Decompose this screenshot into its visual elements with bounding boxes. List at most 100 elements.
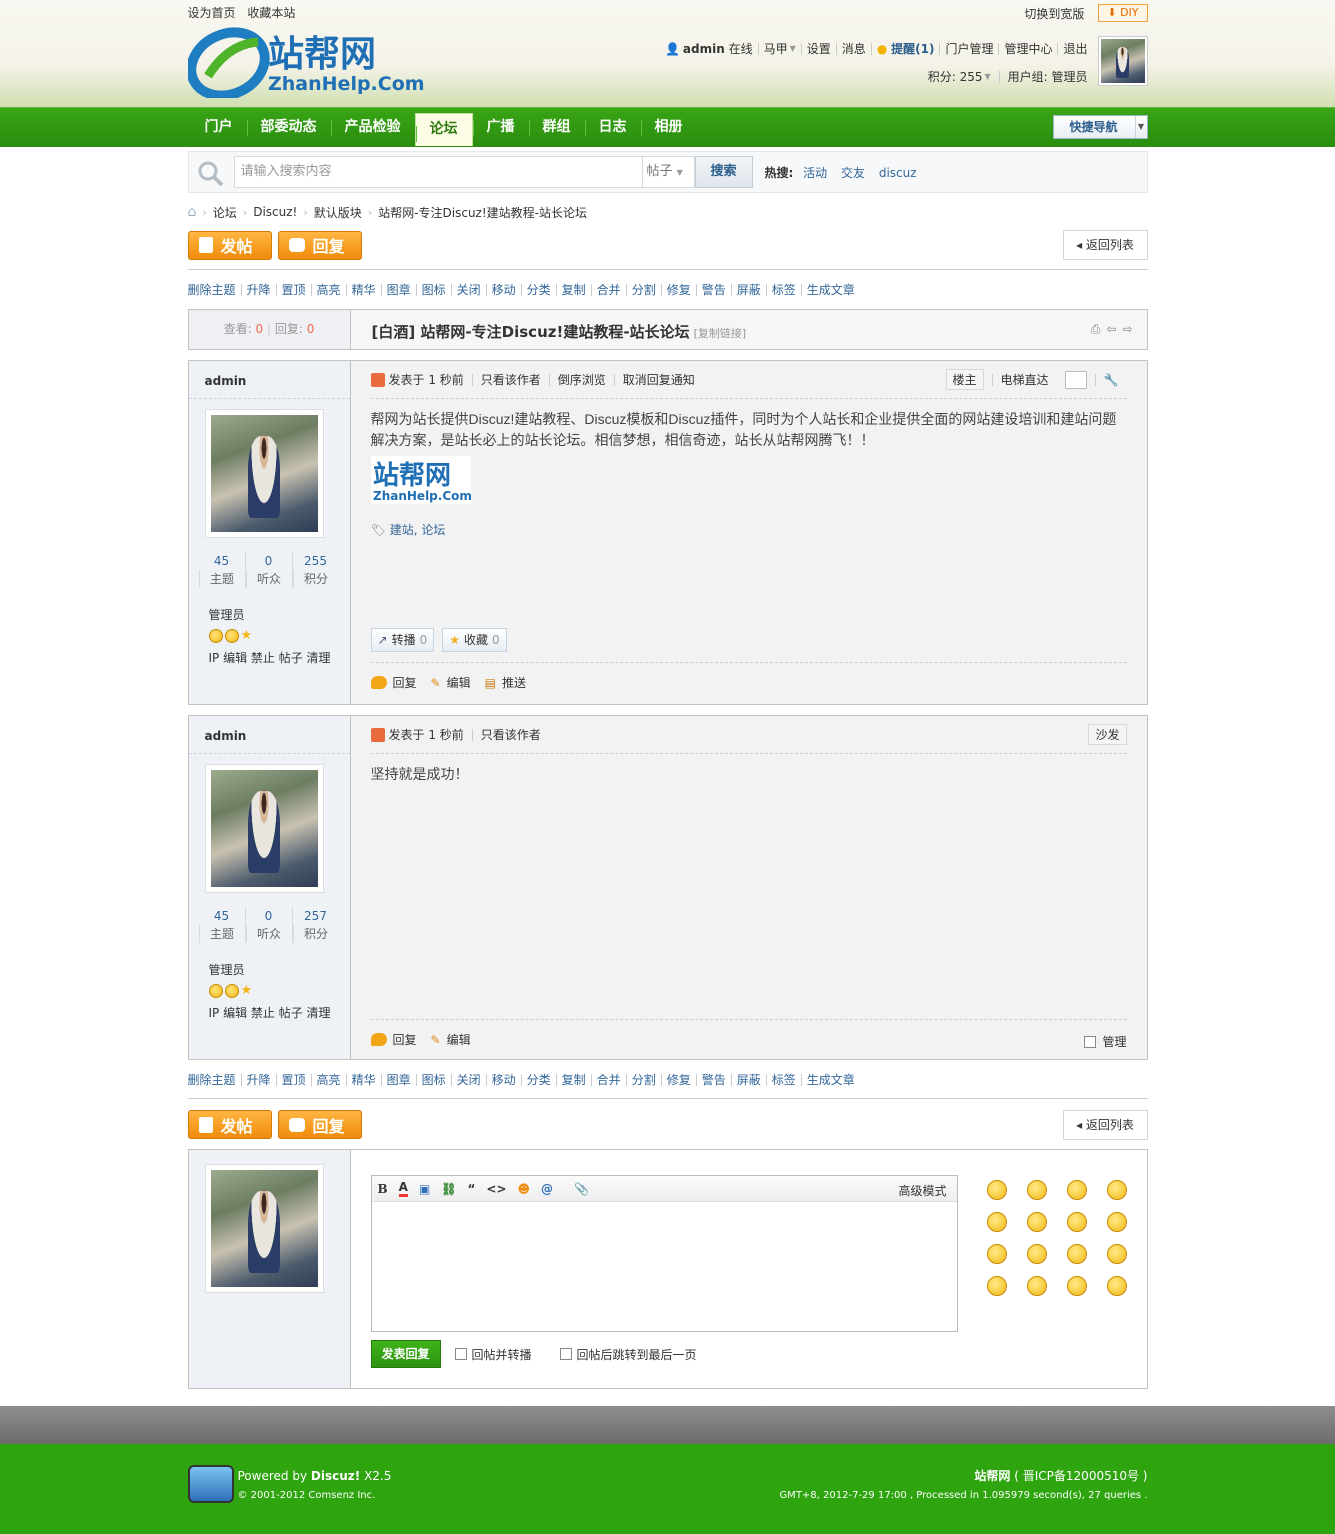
search-input[interactable]: 请输入搜索内容 <box>233 156 643 188</box>
smiley-icon[interactable] <box>1066 1180 1087 1200</box>
author-ops[interactable]: IP 编辑 禁止 帖子 清理 <box>209 649 350 666</box>
manage-checkbox[interactable] <box>1084 1035 1097 1048</box>
portal-admin-link[interactable]: 门户管理 <box>945 40 993 57</box>
jump-last-checkbox[interactable] <box>559 1348 572 1360</box>
link-icon[interactable]: ⛓ <box>441 1182 456 1196</box>
smiley-icon[interactable] <box>1106 1276 1127 1296</box>
mod-action[interactable]: 屏蔽 <box>730 1074 766 1086</box>
discuz-link[interactable]: Discuz! <box>311 1469 360 1483</box>
back-to-list-button[interactable]: ◂ 返回列表 <box>1062 1110 1148 1140</box>
quote-icon[interactable]: “ <box>468 1182 476 1196</box>
remind-link[interactable]: 提醒(1) <box>891 40 934 57</box>
mod-action[interactable]: 图标 <box>415 1074 451 1086</box>
mod-action[interactable]: 分类 <box>520 1074 556 1086</box>
smiley-icon[interactable] <box>1106 1180 1127 1200</box>
hot-item[interactable]: 活动 <box>803 166 827 180</box>
new-post-button[interactable]: 发帖 <box>187 230 272 260</box>
attachment-icon[interactable]: 📎 <box>574 1182 589 1196</box>
stat-value[interactable]: 0 <box>246 552 292 570</box>
hot-item[interactable]: 交友 <box>841 166 865 180</box>
stat-value[interactable]: 45 <box>199 552 245 570</box>
favorite-link[interactable]: 收藏本站 <box>247 6 295 20</box>
site-link[interactable]: 站帮网 <box>974 1469 1010 1483</box>
smiley-icon[interactable] <box>986 1212 1007 1232</box>
switch-wide-link[interactable]: 切换到宽版 <box>1024 5 1084 22</box>
tag-links[interactable]: 建站, 论坛 <box>390 521 446 538</box>
reply-link[interactable]: 回复 <box>370 1031 417 1048</box>
mod-action[interactable]: 升降 <box>240 283 276 296</box>
mod-action[interactable]: 精华 <box>345 283 381 296</box>
hot-item[interactable]: discuz <box>879 166 917 180</box>
mod-action[interactable]: 移动 <box>485 1074 521 1086</box>
submit-reply-button[interactable]: 发表回复 <box>370 1340 441 1368</box>
prev-thread-icon[interactable]: ⇦ <box>1106 322 1116 337</box>
smiley-icon[interactable] <box>1106 1244 1127 1264</box>
mod-action[interactable]: 生成文章 <box>800 283 860 296</box>
user-avatar[interactable] <box>1097 36 1148 86</box>
mod-action[interactable]: 修复 <box>660 1074 696 1086</box>
font-color-icon[interactable]: A <box>398 1180 408 1197</box>
mod-action[interactable]: 分割 <box>625 283 661 296</box>
edit-link[interactable]: ✎ 编辑 <box>431 1031 471 1048</box>
search-type-select[interactable]: 帖子 ▼ <box>642 156 695 188</box>
nav-item-portal[interactable]: 门户 <box>191 108 247 147</box>
new-post-button[interactable]: 发帖 <box>187 1110 272 1139</box>
mod-action[interactable]: 分割 <box>625 1074 661 1086</box>
mod-action[interactable]: 警告 <box>695 283 731 296</box>
smiley-icon[interactable] <box>1026 1244 1047 1264</box>
mention-icon[interactable]: @ <box>541 1182 553 1196</box>
reverse-order-link[interactable]: 倒序浏览 <box>548 373 614 386</box>
discuz-logo[interactable] <box>187 1465 234 1503</box>
mod-action[interactable]: 图章 <box>380 1074 416 1086</box>
mod-action[interactable]: 复制 <box>555 283 591 296</box>
mod-action[interactable]: 置顶 <box>275 1074 311 1086</box>
settings-link[interactable]: 设置 <box>807 40 831 57</box>
mod-action[interactable]: 关闭 <box>450 1074 486 1086</box>
site-logo[interactable]: 站帮网 ZhanHelp.Com <box>187 24 438 98</box>
breadcrumb-item[interactable]: 默认版块 <box>314 204 362 221</box>
bold-icon[interactable]: B <box>378 1182 388 1196</box>
nav-item-broadcast[interactable]: 广播 <box>472 108 529 147</box>
jump-input[interactable] <box>1064 370 1087 389</box>
icp-link[interactable]: ( 晋ICP备12000510号 ) <box>1014 1469 1147 1483</box>
nav-item-forum[interactable]: 论坛 <box>414 113 473 146</box>
mod-action[interactable]: 图章 <box>380 283 416 296</box>
nav-item-blog[interactable]: 日志 <box>584 108 641 147</box>
smiley-icon[interactable] <box>1026 1212 1047 1232</box>
favorite-button[interactable]: ★ 收藏 0 <box>442 628 507 652</box>
avatar[interactable] <box>204 1164 324 1293</box>
mod-action[interactable]: 修复 <box>660 283 696 296</box>
post-author[interactable]: admin <box>188 361 350 399</box>
stat-value[interactable]: 0 <box>246 907 292 925</box>
author-ops[interactable]: IP 编辑 禁止 帖子 清理 <box>209 1004 350 1021</box>
post-author[interactable]: admin <box>188 716 350 754</box>
smiley-icon[interactable] <box>1026 1276 1047 1296</box>
back-to-list-button[interactable]: ◂ 返回列表 <box>1062 230 1148 260</box>
home-icon[interactable]: ⌂ <box>188 204 197 220</box>
breadcrumb-item[interactable]: 论坛 <box>213 204 237 221</box>
mod-action[interactable]: 警告 <box>695 1074 731 1086</box>
next-thread-icon[interactable]: ⇨ <box>1122 322 1132 337</box>
advanced-mode-link[interactable]: 高级模式 <box>898 1182 946 1199</box>
mod-action[interactable]: 关闭 <box>450 283 486 296</box>
search-button[interactable]: 搜索 <box>694 156 753 188</box>
mod-action[interactable]: 精华 <box>345 1074 381 1086</box>
code-icon[interactable]: <> <box>486 1182 506 1196</box>
username[interactable]: admin <box>683 42 725 56</box>
reply-button[interactable]: 回复 <box>277 1110 362 1139</box>
nav-item-album[interactable]: 相册 <box>640 108 697 147</box>
smiley-icon[interactable] <box>986 1276 1007 1296</box>
mod-action[interactable]: 升降 <box>240 1074 276 1086</box>
smiley-icon[interactable] <box>1066 1244 1087 1264</box>
reply-link[interactable]: 回复 <box>370 674 417 691</box>
messages-link[interactable]: 消息 <box>842 40 866 57</box>
mod-action[interactable]: 标签 <box>765 283 801 296</box>
reply-button[interactable]: 回复 <box>277 230 362 260</box>
nav-item-inspection[interactable]: 产品检验 <box>330 108 415 147</box>
only-author-link[interactable]: 只看该作者 <box>471 373 549 386</box>
smiley-icon[interactable] <box>1066 1212 1087 1232</box>
logout-link[interactable]: 退出 <box>1063 40 1087 57</box>
mod-action[interactable]: 删除主题 <box>188 284 241 296</box>
print-icon[interactable]: ⎙ <box>1091 322 1101 337</box>
author-group[interactable]: 管理员 <box>209 961 350 978</box>
